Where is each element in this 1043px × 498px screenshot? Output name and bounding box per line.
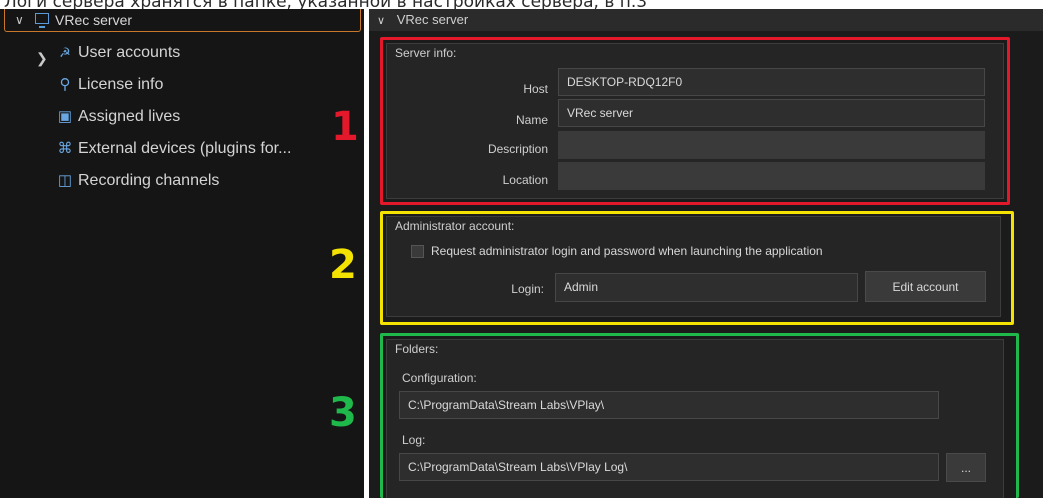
tree-item-label: User accounts	[78, 44, 181, 61]
chevron-down-icon[interactable]: ∨	[377, 15, 385, 27]
tree-root-label: VRec server	[55, 12, 133, 28]
highlight-box-3	[380, 333, 1019, 498]
panel-header-title: VRec server	[396, 12, 469, 27]
highlight-box-1	[380, 37, 1010, 205]
tree-root-vrec-server[interactable]: ∨ VRec server	[4, 9, 361, 32]
highlight-box-2	[380, 211, 1014, 325]
panel-header: ∨ VRec server	[369, 9, 1043, 31]
annotation-number-2: 2	[329, 242, 357, 288]
chevron-right-icon[interactable]: ❯	[36, 50, 48, 67]
annotation-number-3: 3	[329, 390, 357, 436]
users-icon: ☭	[59, 45, 71, 60]
tree-item-label: Recording channels	[78, 172, 220, 189]
tree-item-label: License info	[78, 76, 164, 93]
chevron-down-icon[interactable]: ∨	[15, 9, 24, 31]
tree-item-label: Assigned lives	[78, 108, 181, 125]
key-icon: ⚲	[59, 76, 71, 93]
assigned-icon: ▣	[57, 108, 73, 125]
monitor-icon	[35, 13, 49, 28]
tree-pane: ∨ VRec server ❯ ☭ User accounts ⚲ Licens…	[0, 9, 364, 498]
devices-icon: ⌘	[57, 140, 73, 157]
annotation-number-1: 1	[331, 104, 359, 150]
tree-item-label: External devices (plugins for...	[78, 140, 292, 157]
channel-icon: ◫	[57, 172, 73, 189]
